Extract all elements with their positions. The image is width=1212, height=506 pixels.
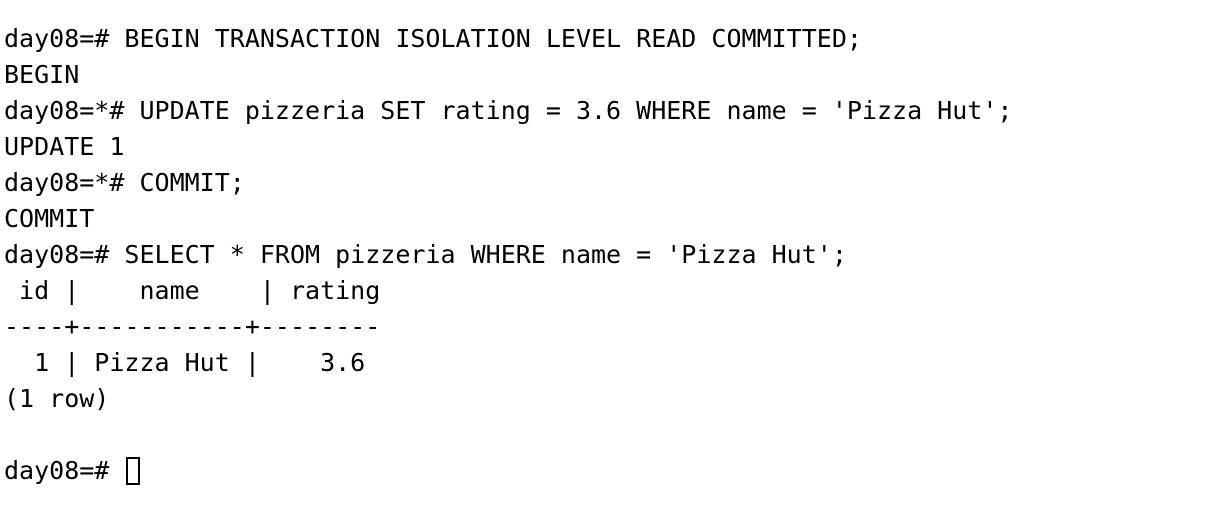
terminal-line-2: BEGIN [4, 60, 80, 89]
terminal-line-1: day08=# BEGIN TRANSACTION ISOLATION LEVE… [4, 24, 862, 53]
result-table-row: 1 | Pizza Hut | 3.6 [4, 348, 366, 377]
terminal-line-4: UPDATE 1 [4, 132, 125, 161]
cursor-icon [126, 457, 141, 485]
terminal-line-6: COMMIT [4, 204, 95, 233]
prompt-line[interactable]: day08=# [4, 453, 1212, 489]
terminal-line-3: day08=*# UPDATE pizzeria SET rating = 3.… [4, 96, 1013, 125]
row-count: (1 row) [4, 384, 110, 413]
result-table-separator: ----+-----------+-------- [4, 312, 381, 341]
result-table-header: id | name | rating [4, 276, 381, 305]
prompt: day08=# [4, 456, 125, 485]
terminal-line-5: day08=*# COMMIT; [4, 168, 245, 197]
terminal-window[interactable]: day08=# BEGIN TRANSACTION ISOLATION LEVE… [0, 0, 1212, 506]
terminal-line-7: day08=# SELECT * FROM pizzeria WHERE nam… [4, 240, 847, 269]
